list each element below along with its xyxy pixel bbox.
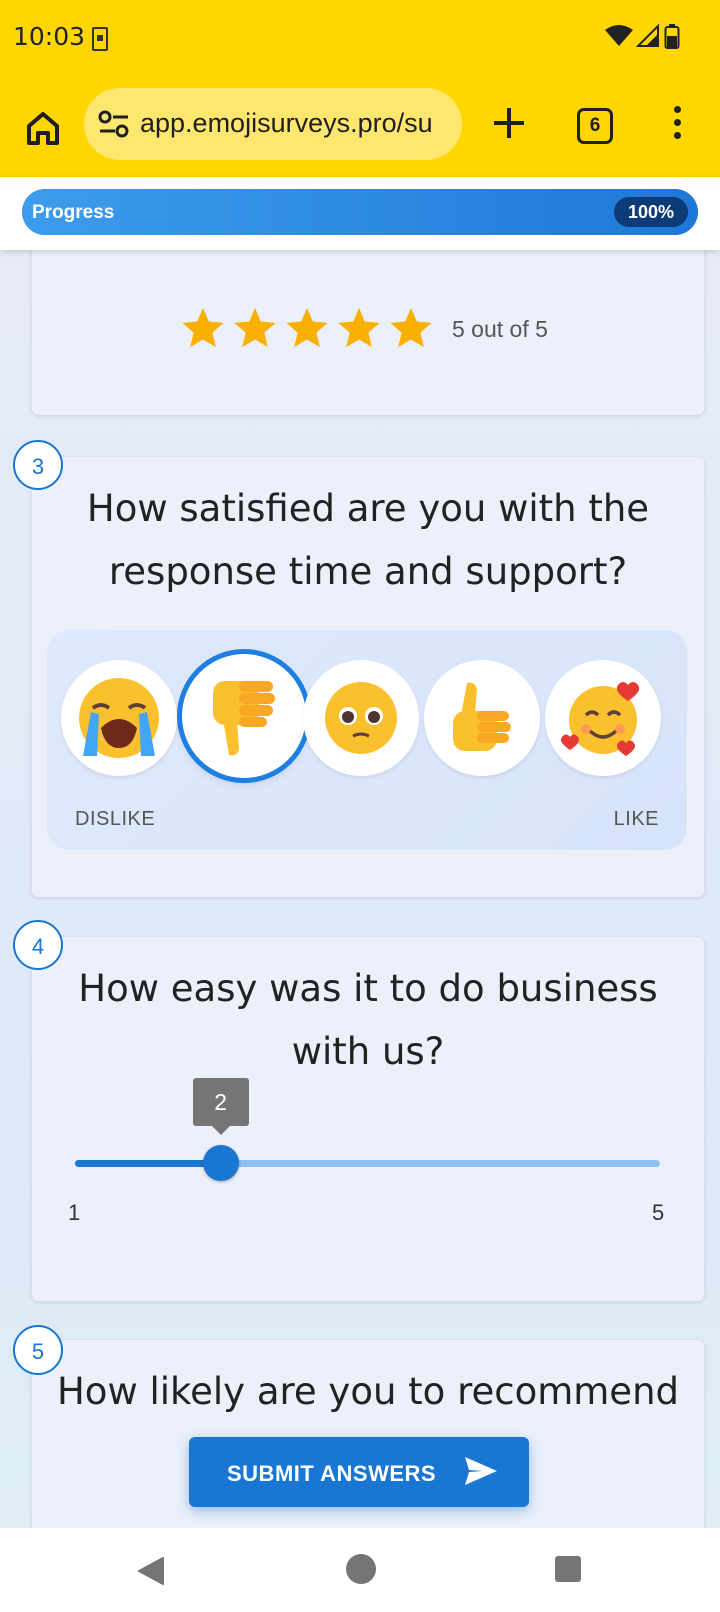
question-3-title-line1: How satisfied are you with the: [86, 487, 650, 530]
slider-max-label: 5: [652, 1200, 665, 1225]
browser-chrome: 10:03 app.emojisurveys.pro/su 6: [0, 0, 720, 177]
star-icon-4[interactable]: [336, 305, 382, 351]
wifi-icon: [605, 25, 633, 46]
new-tab-icon[interactable]: [486, 100, 532, 146]
question-number-badge-5: 5: [13, 1325, 63, 1375]
send-icon: [465, 1457, 497, 1485]
progress-fill: [22, 189, 698, 235]
progress-bar: Progress 100%: [22, 189, 698, 235]
pleading-face-icon: [325, 682, 397, 754]
emoji-scale: DISLIKE LIKE: [47, 630, 687, 850]
more-menu-icon[interactable]: [668, 102, 686, 146]
battery-icon: [664, 24, 680, 49]
thumbs-up-icon: [453, 682, 511, 751]
home-icon[interactable]: [20, 105, 66, 151]
site-settings-icon[interactable]: [98, 110, 130, 138]
emoji-option-thumbs-down[interactable]: [182, 654, 306, 778]
tab-switcher-button[interactable]: 6: [577, 108, 613, 144]
submit-answers-button[interactable]: SUBMIT ANSWERS: [189, 1437, 529, 1507]
status-bar: 10:03: [0, 0, 720, 76]
emoji-option-crying[interactable]: [61, 660, 177, 776]
ease-slider-thumb[interactable]: [202, 1145, 239, 1181]
question-number-badge-3: 3: [13, 440, 63, 490]
submit-button-label: SUBMIT ANSWERS: [227, 1461, 437, 1486]
question-3-title-line2: response time and support?: [108, 550, 628, 593]
status-time: 10:03: [13, 22, 86, 51]
thumbs-down-icon: [213, 681, 275, 756]
progress-percent-badge: 100%: [613, 197, 688, 227]
ease-slider-track[interactable]: [75, 1160, 660, 1167]
progress-header: Progress 100%: [0, 177, 720, 250]
star-icon-1[interactable]: [180, 305, 226, 351]
emoji-option-thumbs-up[interactable]: [424, 660, 540, 776]
question-4-title-line1: How easy was it to do business: [78, 967, 658, 1010]
question-card-4: How easy was it to do business with us?: [32, 937, 704, 1301]
emoji-option-pleading[interactable]: [303, 660, 419, 776]
smiling-face-with-hearts-icon: [561, 682, 640, 756]
url-field[interactable]: app.emojisurveys.pro/su: [84, 88, 462, 160]
slider-value-tooltip: 2: [192, 1078, 249, 1135]
question-4-title-line2: with us?: [291, 1030, 445, 1073]
recents-icon[interactable]: [555, 1556, 581, 1582]
emoji-option-hearts[interactable]: [545, 660, 661, 776]
question-5-title-line1: How likely are you to recommend: [56, 1370, 680, 1413]
star-icon-2[interactable]: [232, 305, 278, 351]
loudly-crying-face-icon: [79, 678, 159, 758]
question-number-badge-4: 4: [13, 920, 63, 970]
scale-label-left: DISLIKE: [75, 808, 156, 830]
ease-slider-fill: [75, 1160, 221, 1167]
cell-signal-icon: [636, 24, 659, 47]
slider-min-label: 1: [68, 1200, 81, 1225]
address-bar-row: app.emojisurveys.pro/su 6: [0, 88, 720, 168]
star-icon-5[interactable]: [388, 305, 434, 351]
url-text: app.emojisurveys.pro/su: [140, 108, 433, 138]
scale-label-right: LIKE: [613, 808, 659, 830]
home-nav-icon[interactable]: [346, 1554, 376, 1584]
system-navigation-bar: [0, 1528, 720, 1612]
back-icon[interactable]: [137, 1556, 165, 1586]
star-icon-3[interactable]: [284, 305, 330, 351]
progress-label: Progress: [32, 202, 115, 223]
sim-card-icon: [92, 27, 108, 51]
star-rating-text: 5 out of 5: [452, 316, 548, 342]
